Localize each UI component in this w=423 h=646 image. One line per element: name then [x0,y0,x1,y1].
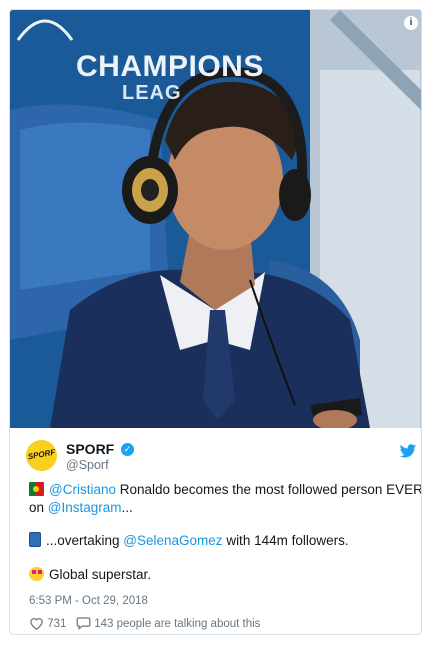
talking-count[interactable]: 143 people are talking about this [94,618,260,630]
tweet-line-4: Global superstar. [29,567,151,582]
line3-text2: with 144m followers. [222,533,349,548]
tweet-line-3: ...overtaking @SelenaGomez with 144m fol… [29,532,349,548]
display-name[interactable]: SPORF [66,441,114,457]
line2-ellipsis: ... [121,500,133,515]
like-count[interactable]: 731 [47,618,66,630]
tweet-header: SPORF SPORF ✓ @Sporf [24,439,417,479]
portugal-flag-icon [29,482,44,496]
banner-league: LEAG [122,82,182,104]
tweet-line-2: on @Instagram... [29,500,133,515]
mention-selenagomez[interactable]: @SelenaGomez [123,533,222,548]
twitter-bird-icon[interactable] [399,444,417,459]
mention-instagram[interactable]: @Instagram [48,500,122,515]
heart-icon[interactable] [29,616,44,630]
tweet-card: CHAMPIONS LEAG i SPORF SPORF ✓ @Sporf @C… [9,9,422,635]
avatar-text: SPORF [27,447,56,462]
uefa-logo-icon [16,19,74,41]
verified-badge-icon: ✓ [121,443,134,456]
star-struck-icon [29,567,44,581]
line3-text1: ...overtaking [46,533,124,548]
avatar[interactable]: SPORF [26,440,57,471]
info-icon[interactable]: i [404,16,418,30]
line2-on: on [29,500,48,515]
user-handle[interactable]: @Sporf [66,458,109,472]
reply-bubble-icon[interactable] [76,616,91,630]
line1-text: Ronaldo becomes the most followed person… [115,482,422,497]
tweet-photo[interactable]: CHAMPIONS LEAG i [10,10,421,428]
tweet-line-1: @Cristiano Ronaldo becomes the most foll… [29,482,422,497]
mobile-phone-icon [29,532,41,547]
tweet-timestamp[interactable]: 6:53 PM - Oct 29, 2018 [29,595,148,607]
banner-champions: CHAMPIONS [76,50,264,83]
line4-text: Global superstar. [49,567,152,582]
mention-cristiano[interactable]: @Cristiano [49,482,116,497]
tweet-actions: 731 143 people are talking about this [29,616,260,630]
